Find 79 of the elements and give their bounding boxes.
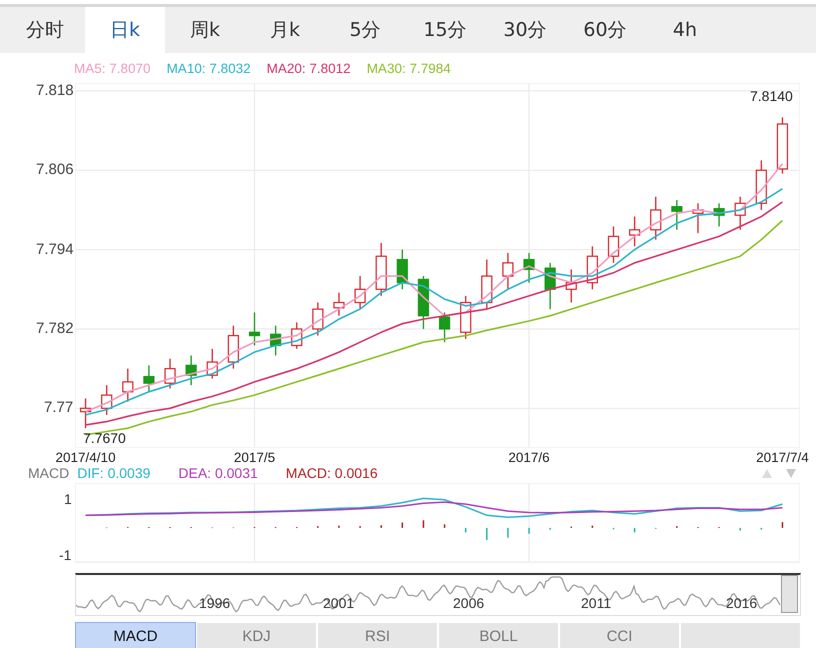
macd-axis-label: -1 [59,546,72,563]
period-tab[interactable]: 日k [85,7,165,53]
period-tab[interactable]: 分时 [5,7,85,53]
macd-legend: DEA: 0.0031 [178,465,258,481]
price-axis-label: 7.782 [36,320,74,337]
candlestick [122,368,134,402]
candlestick [714,203,725,226]
candlestick [544,262,556,310]
range-navigator[interactable]: 1996 2001 2006 2011 2016 [75,573,801,616]
candlestick [608,226,620,263]
macd-title: MACD [28,465,70,481]
candlestick [566,269,577,303]
moving-average-legend: MA30: 7.7984 [366,60,451,76]
candlestick [776,117,788,174]
period-tab[interactable]: 周k [165,7,245,53]
candlestick [418,276,430,329]
year-label: 1996 [199,595,230,611]
period-tab[interactable]: 月k [245,7,325,53]
indicator-tab[interactable]: RSI [317,622,438,648]
macd-legend: MACD: 0.0016 [286,465,378,481]
candlestick [228,326,239,369]
macd-axis-label: 1 [64,490,72,507]
date-label: 2017/7/4 [756,450,809,465]
up-arrow-icon[interactable] [762,468,772,478]
moving-average-legend: MA5: 7.8070 [74,60,151,76]
year-label: 2006 [453,595,484,611]
date-label: 2017/4/10 [56,450,116,465]
high-price-label: 7.8140 [750,88,793,104]
low-price-label: 7.7670 [83,430,126,446]
price-axis-label: 7.794 [36,240,74,258]
indicator-tab[interactable]: MACD [75,622,196,648]
candlestick [376,243,387,296]
period-tab[interactable]: 4h [645,7,725,53]
indicator-tab[interactable]: CCI [559,622,680,648]
indicator-tab[interactable]: BOLL [438,622,559,648]
indicator-tab[interactable]: KDJ [196,622,317,648]
date-label: 2017/5 [234,450,276,465]
candlestick [523,252,535,283]
candlestick [164,358,176,388]
candlestick [80,398,92,428]
indicator-tab[interactable] [680,622,801,648]
year-label: 2001 [323,595,354,611]
down-arrow-icon[interactable] [786,468,796,478]
period-tab[interactable]: 30分 [485,7,565,53]
candlestick [248,312,260,346]
candlestick [438,312,450,342]
price-axis-label: 7.77 [44,399,74,416]
year-label: 2016 [726,595,758,611]
candlestick [734,196,746,230]
candlestick [354,276,366,310]
moving-average-legend: MA20: 7.8012 [266,60,351,76]
macd-legend: DIF: 0.0039 [77,465,150,481]
candlestick [460,296,472,339]
candlestick [312,302,324,336]
period-tab[interactable]: 15分 [405,7,485,53]
candlestick [143,365,154,392]
range-handle[interactable] [781,575,798,613]
candlestick [586,246,598,290]
date-label: 2017/6 [508,450,550,465]
candlestick [671,200,682,230]
period-tab[interactable]: 5分 [325,7,405,53]
period-tab[interactable]: 60分 [565,7,645,53]
candlestick [333,292,345,316]
candlestick [101,385,112,415]
price-axis-label: 7.806 [36,161,74,178]
candlestick [692,203,704,234]
moving-average-legend: MA10: 7.8032 [166,60,251,76]
candlestick [396,250,408,290]
candlestick [481,260,492,310]
candlestick [270,326,282,356]
candlestick [206,348,218,379]
candlestick [186,355,197,386]
candlestick [502,252,514,290]
candlestick [629,216,640,246]
year-label: 2011 [581,595,612,611]
candlestick [756,160,767,210]
candlestick [650,196,662,240]
price-axis-label: 7.818 [36,82,74,99]
candlestick [291,322,302,349]
